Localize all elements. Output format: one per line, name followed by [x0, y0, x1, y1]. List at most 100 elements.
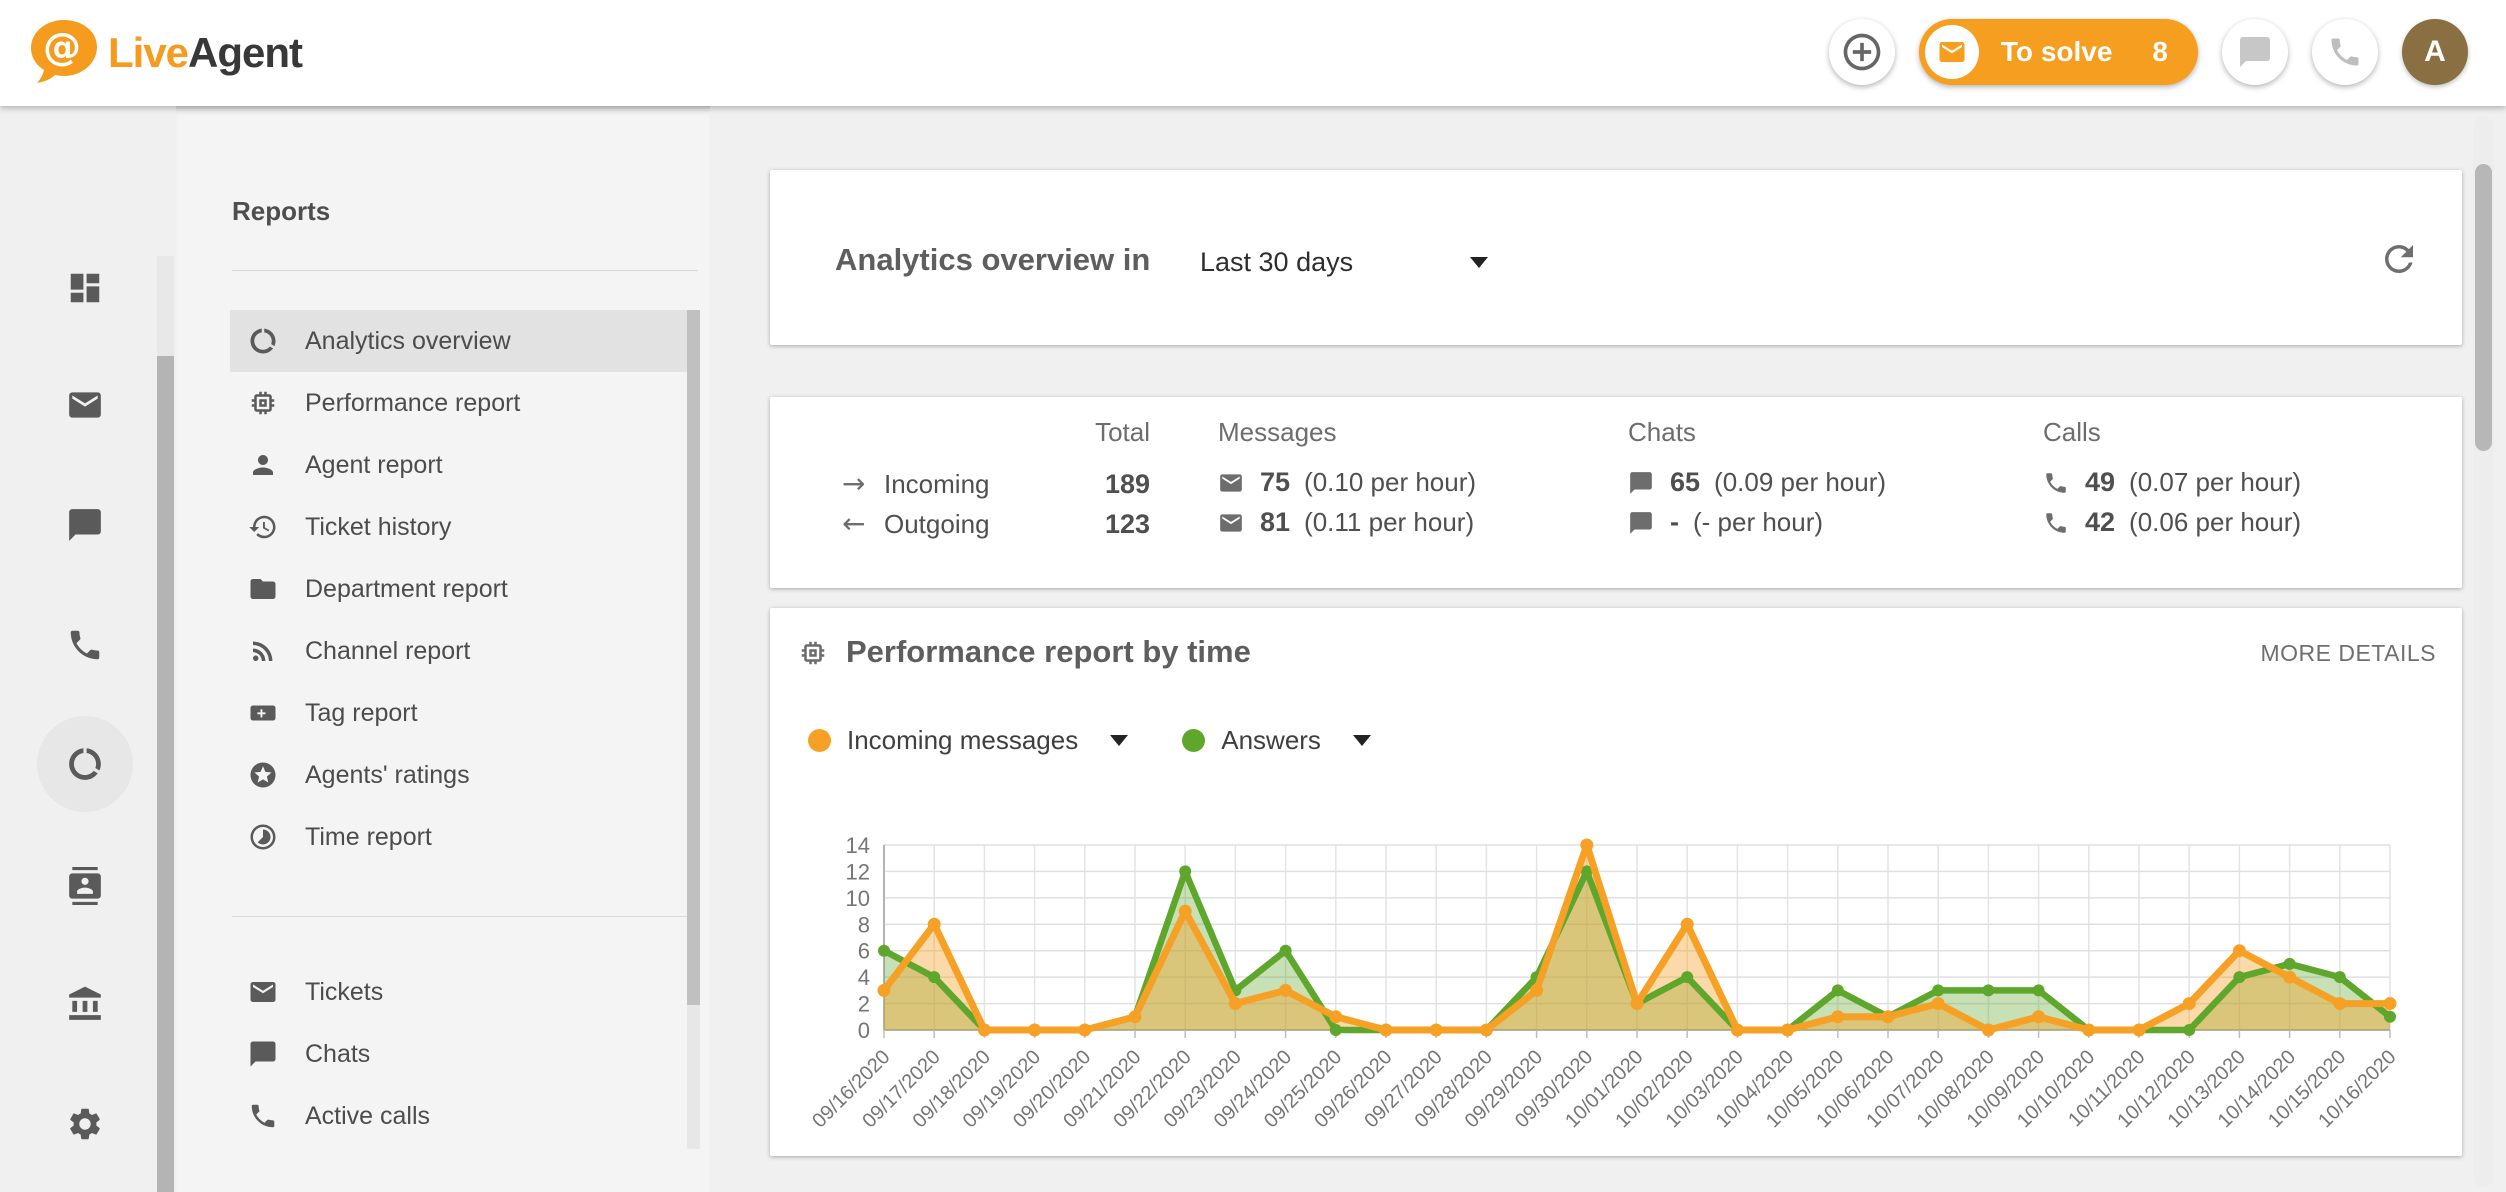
envelope-icon	[1937, 37, 1967, 67]
panel-divider-top	[232, 270, 698, 271]
svg-text:12: 12	[846, 859, 870, 884]
mail-icon	[1218, 470, 1244, 496]
rail-scrollbar-track[interactable]	[157, 256, 174, 1192]
page-scrollbar-thumb[interactable]	[2475, 164, 2492, 451]
arrow-right-icon: →	[842, 467, 865, 500]
rail-item-chats[interactable]	[66, 506, 104, 544]
stats-value: 65	[1670, 467, 1700, 498]
chat-bubble-icon	[2237, 34, 2273, 70]
stats-cell-calls: 42(0.06 per hour)	[2043, 507, 2301, 538]
x-axis-labels: 09/16/202009/17/202009/18/202009/19/2020…	[808, 1046, 2400, 1132]
performance-chart: 0246810121409/16/202009/17/202009/18/202…	[770, 608, 2462, 1156]
arrow-left-icon: ←	[842, 507, 865, 540]
sidebar-item-chats[interactable]: Chats	[230, 1023, 687, 1085]
tag-plus-icon	[248, 698, 278, 728]
svg-text:@: @	[43, 25, 81, 69]
stats-column-header-messages: Messages	[1218, 417, 1337, 448]
phone-icon	[2043, 510, 2069, 536]
sidebar-item-label: Time report	[305, 823, 432, 852]
sidebar-item-department-report[interactable]: Department report	[230, 558, 687, 620]
user-avatar[interactable]: A	[2402, 19, 2468, 85]
stats-cell-calls: 49 (0.07 per hour)	[2043, 467, 2301, 498]
analytics-overview-card: Analytics overview in Last 30 days	[770, 170, 2462, 345]
phone-icon	[66, 626, 104, 664]
data-usage-icon	[66, 745, 104, 783]
top-bar: @ LiveAgent To solve 8 A	[0, 0, 2506, 106]
timelapse-icon	[248, 822, 278, 852]
chat-icon	[2237, 34, 2273, 70]
sidebar-item-performance-report[interactable]: Performance report	[230, 372, 687, 434]
panel-divider-middle	[232, 916, 698, 917]
sidebar-item-analytics-overview[interactable]: Analytics overview	[230, 310, 687, 372]
sidebar-item-active-calls[interactable]: Active calls	[230, 1085, 687, 1147]
chat-icon	[66, 506, 104, 544]
rail-item-company[interactable]	[66, 985, 104, 1023]
logo-live: Live	[108, 29, 188, 76]
date-range-select[interactable]: Last 30 days	[1200, 240, 1490, 284]
sidebar-item-time-report[interactable]: Time report	[230, 806, 687, 868]
liveagent-bubble-icon: @	[26, 18, 98, 88]
chat-icon	[248, 1039, 278, 1069]
to-solve-button[interactable]: To solve 8	[1919, 19, 2198, 85]
stats-column-header-calls: Calls	[2043, 417, 2101, 448]
sidebar-item-label: Tag report	[305, 699, 418, 728]
rail-item-calls[interactable]	[66, 626, 104, 664]
date-range-value: Last 30 days	[1200, 247, 1353, 278]
stats-rate: (0.07 per hour)	[2129, 467, 2301, 498]
svg-text:2: 2	[858, 992, 870, 1017]
liveagent-app: @ LiveAgent To solve 8 A Reports Analyti…	[0, 0, 2506, 1192]
sidebar-item-ticket-history[interactable]: Ticket history	[230, 496, 687, 558]
stats-rate: (0.09 per hour)	[1714, 467, 1886, 498]
folder-icon	[248, 574, 278, 604]
stats-column-header-total: Total	[1050, 417, 1150, 448]
gear-icon	[66, 1105, 104, 1143]
refresh-icon	[2378, 238, 2420, 280]
stats-rate: (0.10 per hour)	[1304, 467, 1476, 498]
refresh-button[interactable]	[2378, 238, 2422, 282]
panel-scrollbar-track[interactable]	[687, 310, 700, 1149]
sidebar-item-channel-report[interactable]: Channel report	[230, 620, 687, 682]
rail-item-customers[interactable]	[66, 867, 104, 905]
sidebar-item-tag-report[interactable]: Tag report	[230, 682, 687, 744]
sidebar-item-label: Chats	[305, 1040, 370, 1069]
add-button[interactable]	[1829, 19, 1895, 85]
sidebar-item-label: Agents' ratings	[305, 761, 470, 790]
person-icon	[248, 450, 278, 480]
analytics-overview-title: Analytics overview in	[835, 242, 1150, 278]
panel-scrollbar-thumb[interactable]	[687, 310, 700, 1005]
stats-total-value: 123	[1050, 509, 1150, 540]
stats-value: 49	[2085, 467, 2115, 498]
icon-rail	[0, 106, 158, 1192]
mail-icon	[66, 386, 104, 424]
totals-card: TotalMessagesChatsCalls→Incoming18975(0.…	[770, 397, 2462, 588]
stats-row-outgoing: ← Outgoing 123 81(0.11 per hour) -(- per hou…	[770, 509, 2462, 543]
stats-cell-messages: 81(0.11 per hour)	[1218, 507, 1474, 538]
page-scrollbar-track[interactable]	[2473, 117, 2494, 1187]
rail-item-reports[interactable]	[66, 745, 104, 783]
rail-item-configuration[interactable]	[66, 1105, 104, 1143]
phone-icon	[2327, 34, 2363, 70]
stats-cell-chats: -(- per hour)	[1628, 507, 1823, 538]
stats-value: 42	[2085, 507, 2115, 538]
stats-rate: (- per hour)	[1693, 507, 1823, 538]
sidebar-item-agent-report[interactable]: Agent report	[230, 434, 687, 496]
rail-item-dashboard[interactable]	[66, 269, 104, 307]
performance-report-card: Performance report by time MORE DETAILS …	[770, 608, 2462, 1156]
rail-scrollbar-thumb[interactable]	[157, 356, 174, 1192]
svg-text:8: 8	[858, 912, 870, 937]
plus-circle-icon	[1840, 30, 1884, 74]
mail-icon	[1218, 510, 1244, 536]
svg-text:4: 4	[858, 965, 870, 990]
liveagent-logo[interactable]: @ LiveAgent	[26, 18, 302, 88]
sidebar-item-agents-ratings[interactable]: Agents' ratings	[230, 744, 687, 806]
stats-value: 81	[1260, 507, 1290, 538]
sidebar-item-label: Channel report	[305, 637, 470, 666]
sidebar-item-tickets[interactable]: Tickets	[230, 961, 687, 1023]
chats-quick-button[interactable]	[2222, 19, 2288, 85]
topbar-actions: To solve 8 A	[1829, 16, 2468, 88]
svg-text:6: 6	[858, 939, 870, 964]
rail-item-tickets[interactable]	[66, 386, 104, 424]
stats-column-header-chats: Chats	[1628, 417, 1696, 448]
stats-direction-label: Outgoing	[884, 509, 990, 540]
calls-quick-button[interactable]	[2312, 19, 2378, 85]
